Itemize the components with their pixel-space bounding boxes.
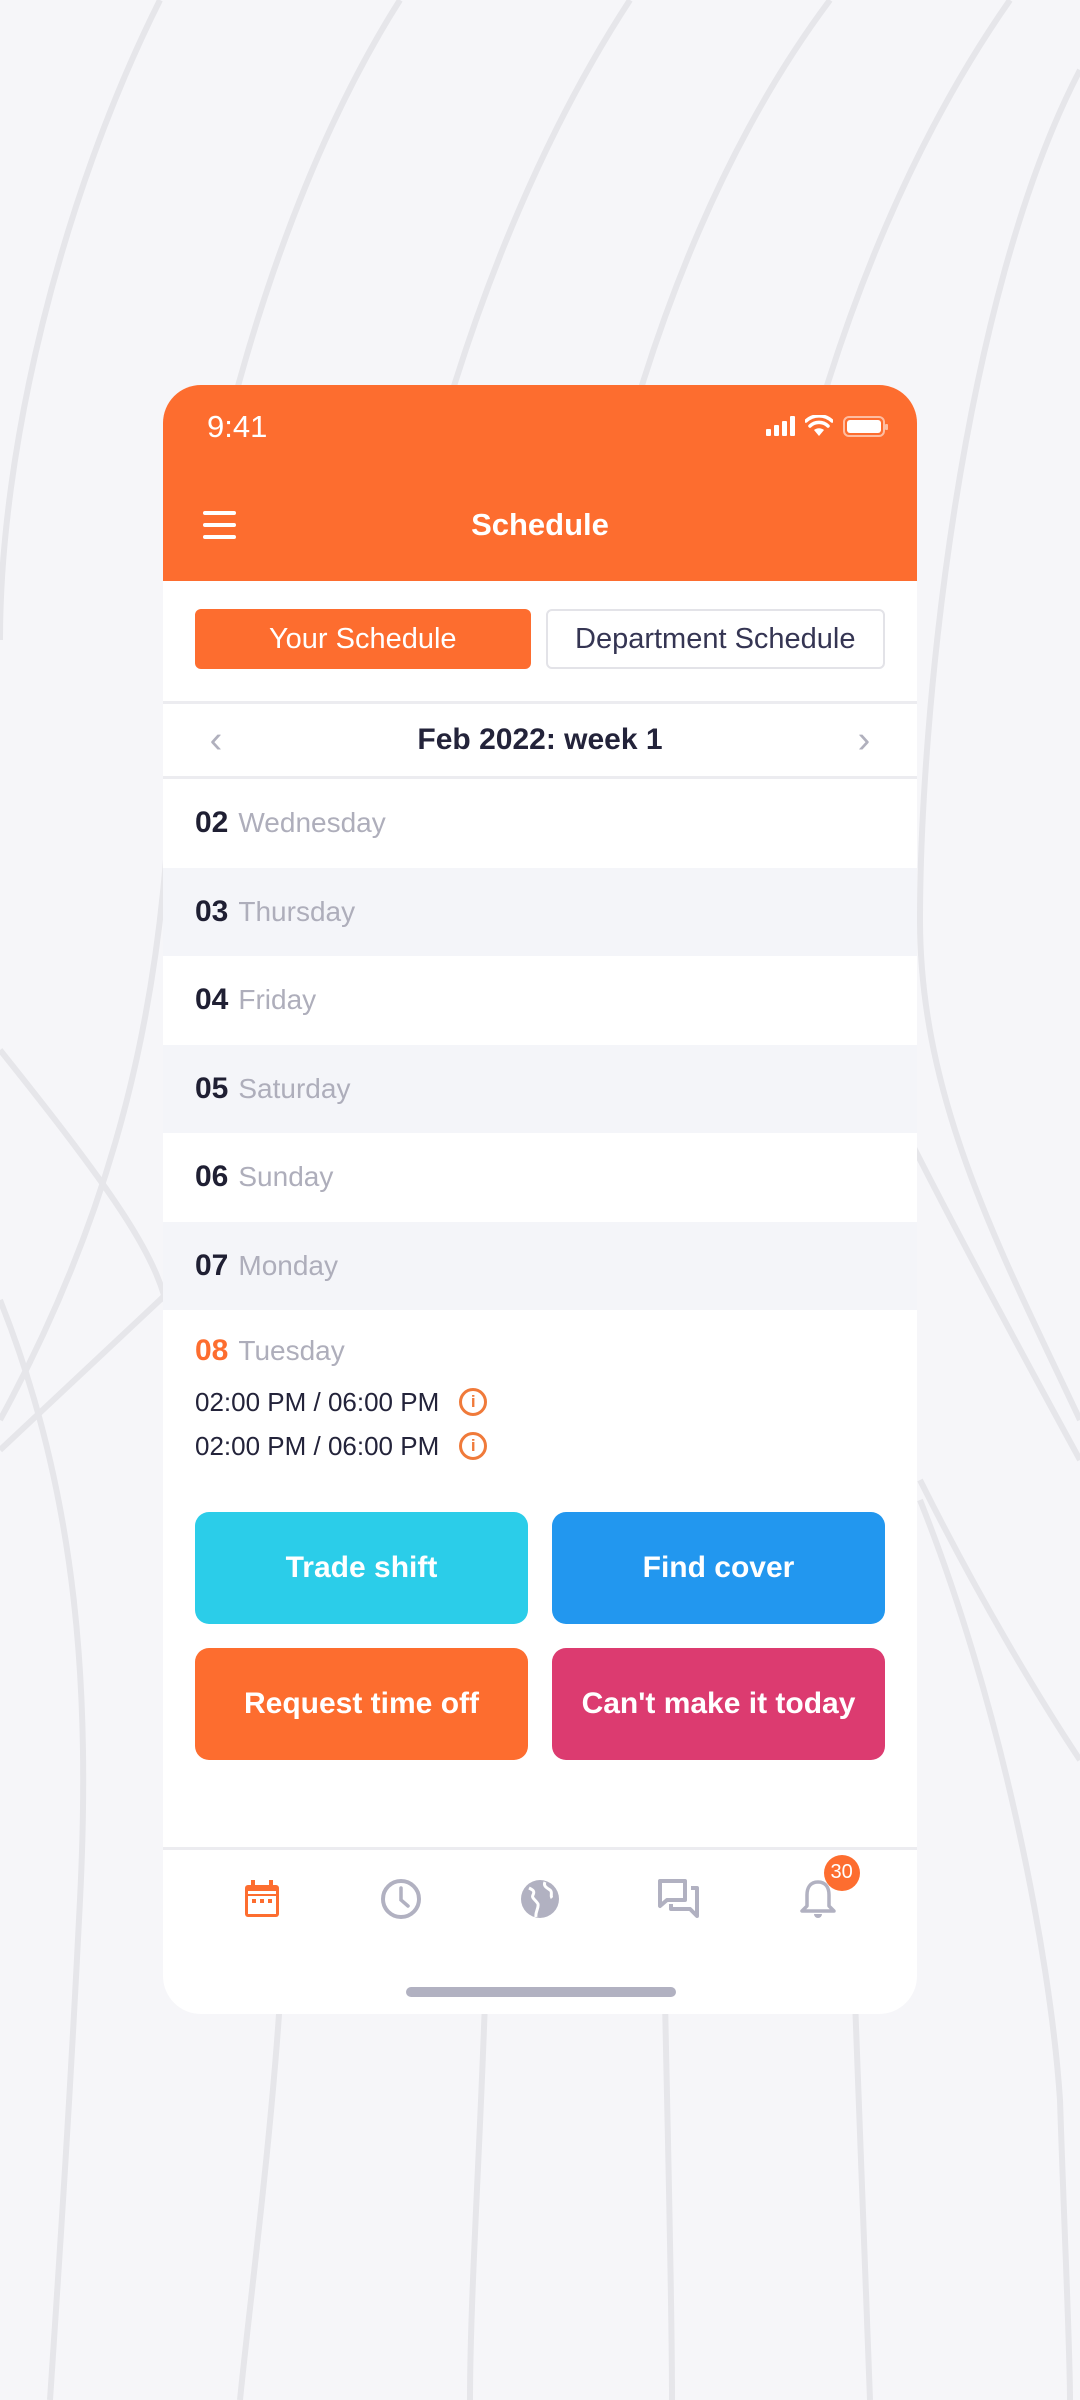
tab-your-schedule[interactable]: Your Schedule <box>195 609 531 669</box>
battery-icon <box>843 415 888 437</box>
calendar-icon <box>245 1879 280 1917</box>
find-cover-button[interactable]: Find cover <box>552 1512 885 1624</box>
day-name: Monday <box>238 1249 338 1281</box>
schedule-segment-control: Your Schedule Department Schedule <box>163 581 917 669</box>
day-number: 07 <box>195 1248 229 1282</box>
day-name: Thursday <box>238 895 356 927</box>
signal-icon <box>766 416 795 436</box>
page-title: Schedule <box>471 507 609 542</box>
day-number: 03 <box>195 894 229 928</box>
tab-schedule[interactable] <box>232 1869 292 1929</box>
today-header: 08 Tuesday <box>195 1334 885 1368</box>
day-row[interactable]: 03 Thursday <box>163 867 917 956</box>
day-number: 06 <box>195 1160 229 1194</box>
shift-time: 02:00 PM / 06:00 PM <box>195 1386 440 1417</box>
day-list: 02 Wednesday 03 Thursday 04 Friday 05 Sa… <box>163 779 917 1468</box>
wifi-icon <box>805 415 833 436</box>
day-number: 02 <box>195 806 229 840</box>
status-icons <box>766 415 888 437</box>
info-icon[interactable]: i <box>459 1432 488 1460</box>
today-day-name: Tuesday <box>238 1335 345 1366</box>
globe-icon <box>520 1879 559 1918</box>
day-name: Saturday <box>238 1072 351 1104</box>
shift-item: 02:00 PM / 06:00 PM i <box>195 1424 885 1468</box>
tab-explore[interactable] <box>510 1869 570 1929</box>
day-row[interactable]: 07 Monday <box>163 1221 917 1310</box>
day-name: Sunday <box>238 1161 334 1193</box>
status-time: 9:41 <box>207 409 268 444</box>
cant-make-it-button[interactable]: Can't make it today <box>552 1648 885 1760</box>
week-label: Feb 2022: week 1 <box>417 723 663 756</box>
chevron-left-icon[interactable]: ‹ <box>201 719 231 762</box>
day-row[interactable]: 04 Friday <box>163 956 917 1045</box>
info-icon[interactable]: i <box>459 1388 488 1416</box>
phone-frame: 9:41 Schedule Your Schedule Department S… <box>163 385 917 2014</box>
shift-item: 02:00 PM / 06:00 PM i <box>195 1380 885 1424</box>
today-day-number: 08 <box>195 1334 229 1367</box>
app-header: 9:41 Schedule <box>163 385 917 581</box>
home-indicator[interactable] <box>406 1987 676 1997</box>
tab-messages[interactable] <box>649 1869 709 1929</box>
day-name: Wednesday <box>238 807 386 839</box>
day-name: Friday <box>238 984 317 1016</box>
shift-actions: Trade shift Find cover Request time off … <box>163 1468 917 1760</box>
day-number: 05 <box>195 1071 229 1105</box>
day-number: 04 <box>195 983 229 1017</box>
shift-time: 02:00 PM / 06:00 PM <box>195 1430 440 1461</box>
bottom-tab-bar: 30 <box>163 1847 917 1947</box>
trade-shift-button[interactable]: Trade shift <box>195 1512 528 1624</box>
day-row[interactable]: 02 Wednesday <box>163 779 917 868</box>
request-time-off-button[interactable]: Request time off <box>195 1648 528 1760</box>
today-day-section: 08 Tuesday 02:00 PM / 06:00 PM i 02:00 P… <box>163 1310 917 1468</box>
week-navigator: ‹ Feb 2022: week 1 › <box>163 701 917 779</box>
chat-icon <box>657 1878 699 1918</box>
tab-notifications[interactable]: 30 <box>788 1854 860 1929</box>
clock-icon <box>381 1878 422 1919</box>
tab-time-clock[interactable] <box>371 1869 431 1929</box>
day-row[interactable]: 05 Saturday <box>163 1044 917 1133</box>
notification-badge: 30 <box>823 1854 860 1891</box>
chevron-right-icon[interactable]: › <box>849 719 879 762</box>
tab-department-schedule[interactable]: Department Schedule <box>545 609 885 669</box>
day-row[interactable]: 06 Sunday <box>163 1133 917 1222</box>
